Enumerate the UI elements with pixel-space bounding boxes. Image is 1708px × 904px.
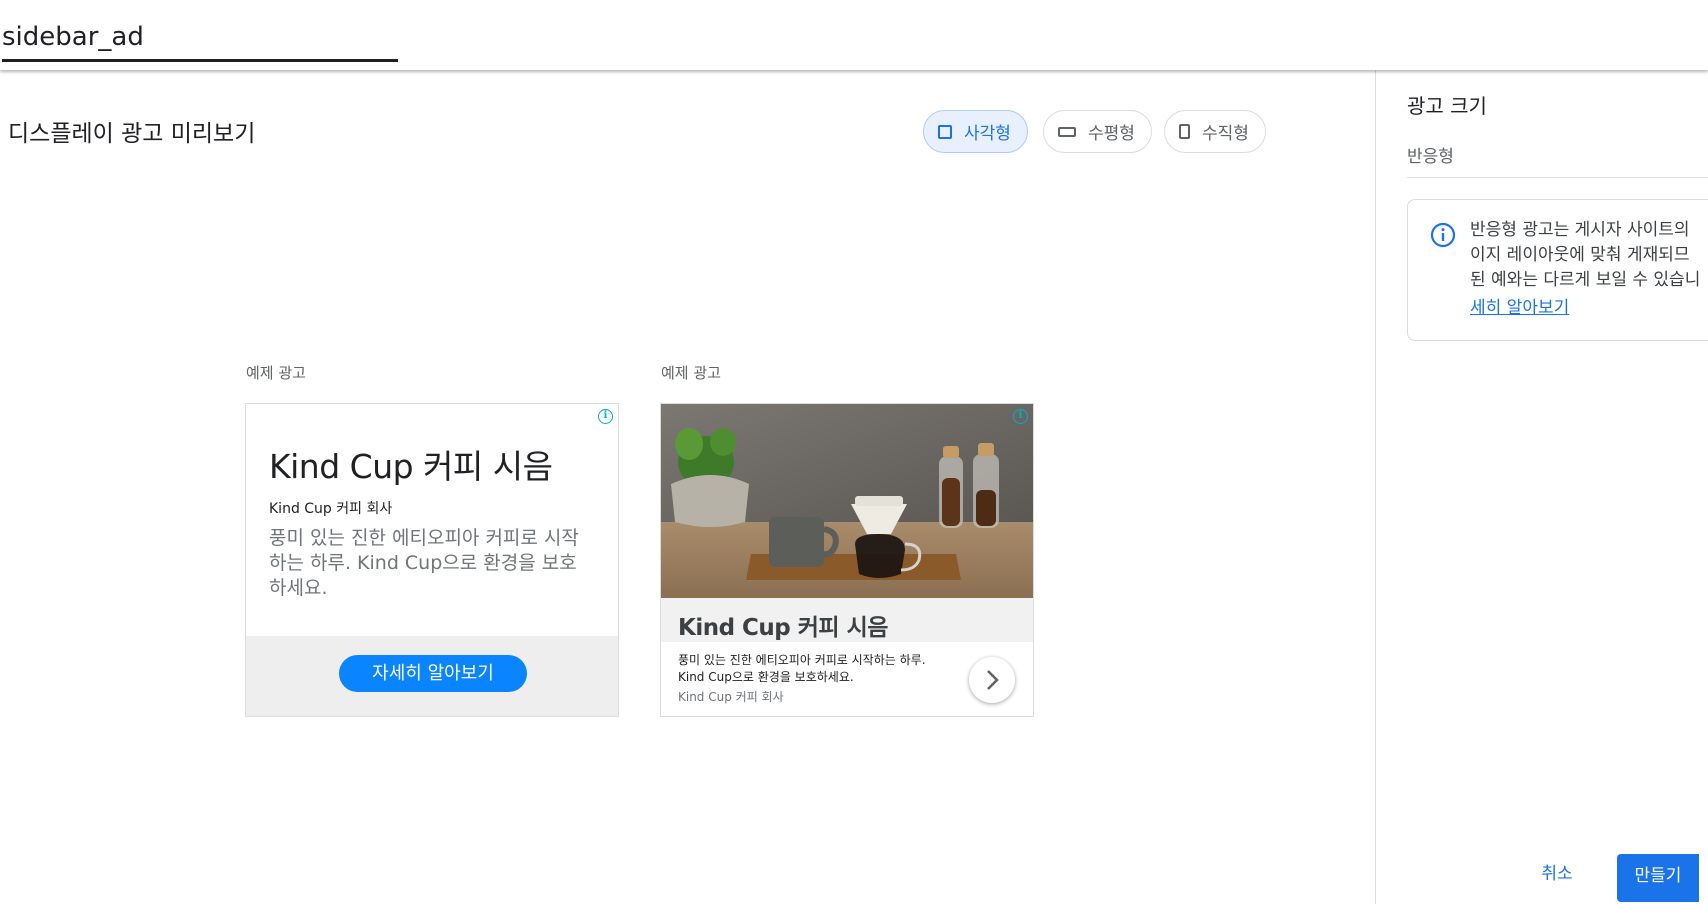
panel-title: 광고 크기 [1407, 94, 1487, 118]
info-text-line: 이지 레이아웃에 맞춰 게재되므 [1470, 245, 1690, 265]
page-title: 디스플레이 광고 미리보기 [8, 121, 256, 147]
preview-area: 디스플레이 광고 미리보기 사각형 수평형 수직형 예제 광고 i Kind C… [0, 70, 1375, 904]
ad-description: 풍미 있는 진한 에티오피아 커피로 시작하는 하루. Kind Cup으로 환… [269, 527, 579, 599]
ad-size-panel: 광고 크기 반응형 반응형 광고는 게시자 사이트의 이지 레이아웃에 맞춰 게… [1375, 70, 1708, 904]
info-text-line: 반응형 광고는 게시자 사이트의 [1470, 220, 1690, 240]
ad-headline-band: Kind Cup 커피 시음 [661, 598, 1033, 642]
coffee-products-photo [661, 404, 1033, 598]
ad-description: 풍미 있는 진한 에티오피아 커피로 시작하는 하루. Kind Cup으로 환… [678, 653, 926, 684]
ad-business-name: Kind Cup 커피 회사 [269, 501, 393, 517]
vertical-rect-icon [1179, 124, 1190, 139]
cancel-button[interactable]: 취소 [1525, 854, 1589, 894]
shape-horizontal-label: 수평형 [1088, 124, 1135, 143]
shape-square-label: 사각형 [964, 124, 1011, 143]
ad-headline: Kind Cup 커피 시음 [678, 615, 888, 641]
shape-vertical-button[interactable]: 수직형 [1164, 110, 1266, 153]
learn-more-button[interactable]: 자세히 알아보기 [339, 655, 527, 692]
learn-more-link[interactable]: 세히 알아보기 [1470, 293, 1569, 318]
adchoices-icon[interactable]: i [1013, 409, 1028, 424]
sample-ad-label: 예제 광고 [661, 364, 721, 382]
sample-ad-label: 예제 광고 [246, 364, 306, 382]
square-icon [938, 124, 952, 139]
info-icon [1430, 222, 1456, 248]
info-text-line: 된 예와는 다르게 보일 수 있습니 [1470, 270, 1701, 290]
ad-footer: 자세히 알아보기 [246, 636, 618, 716]
top-bar [0, 0, 1708, 70]
shape-horizontal-button[interactable]: 수평형 [1043, 110, 1152, 153]
create-button[interactable]: 만들기 [1617, 854, 1699, 902]
ad-name-input[interactable] [2, 14, 398, 62]
sample-ad-text[interactable]: i Kind Cup 커피 시음 Kind Cup 커피 회사 풍미 있는 진한… [245, 403, 619, 717]
info-text: 반응형 광고는 게시자 사이트의 이지 레이아웃에 맞춰 게재되므 된 예와는 … [1470, 218, 1708, 293]
ad-business-name: Kind Cup 커피 회사 [678, 690, 784, 704]
shape-square-button[interactable]: 사각형 [923, 110, 1028, 153]
ad-headline: Kind Cup 커피 시음 [269, 447, 553, 486]
info-box: 반응형 광고는 게시자 사이트의 이지 레이아웃에 맞춰 게재되므 된 예와는 … [1407, 199, 1708, 341]
sample-ad-image[interactable]: i Kind Cup 커피 시음 풍미 있는 진한 에티오피아 커피로 시작하는… [660, 403, 1034, 717]
adchoices-icon[interactable]: i [598, 409, 613, 424]
horizontal-rect-icon [1058, 126, 1076, 137]
shape-vertical-label: 수직형 [1202, 124, 1249, 143]
chevron-right-icon[interactable] [969, 657, 1015, 703]
ad-size-select[interactable]: 반응형 [1407, 142, 1708, 178]
